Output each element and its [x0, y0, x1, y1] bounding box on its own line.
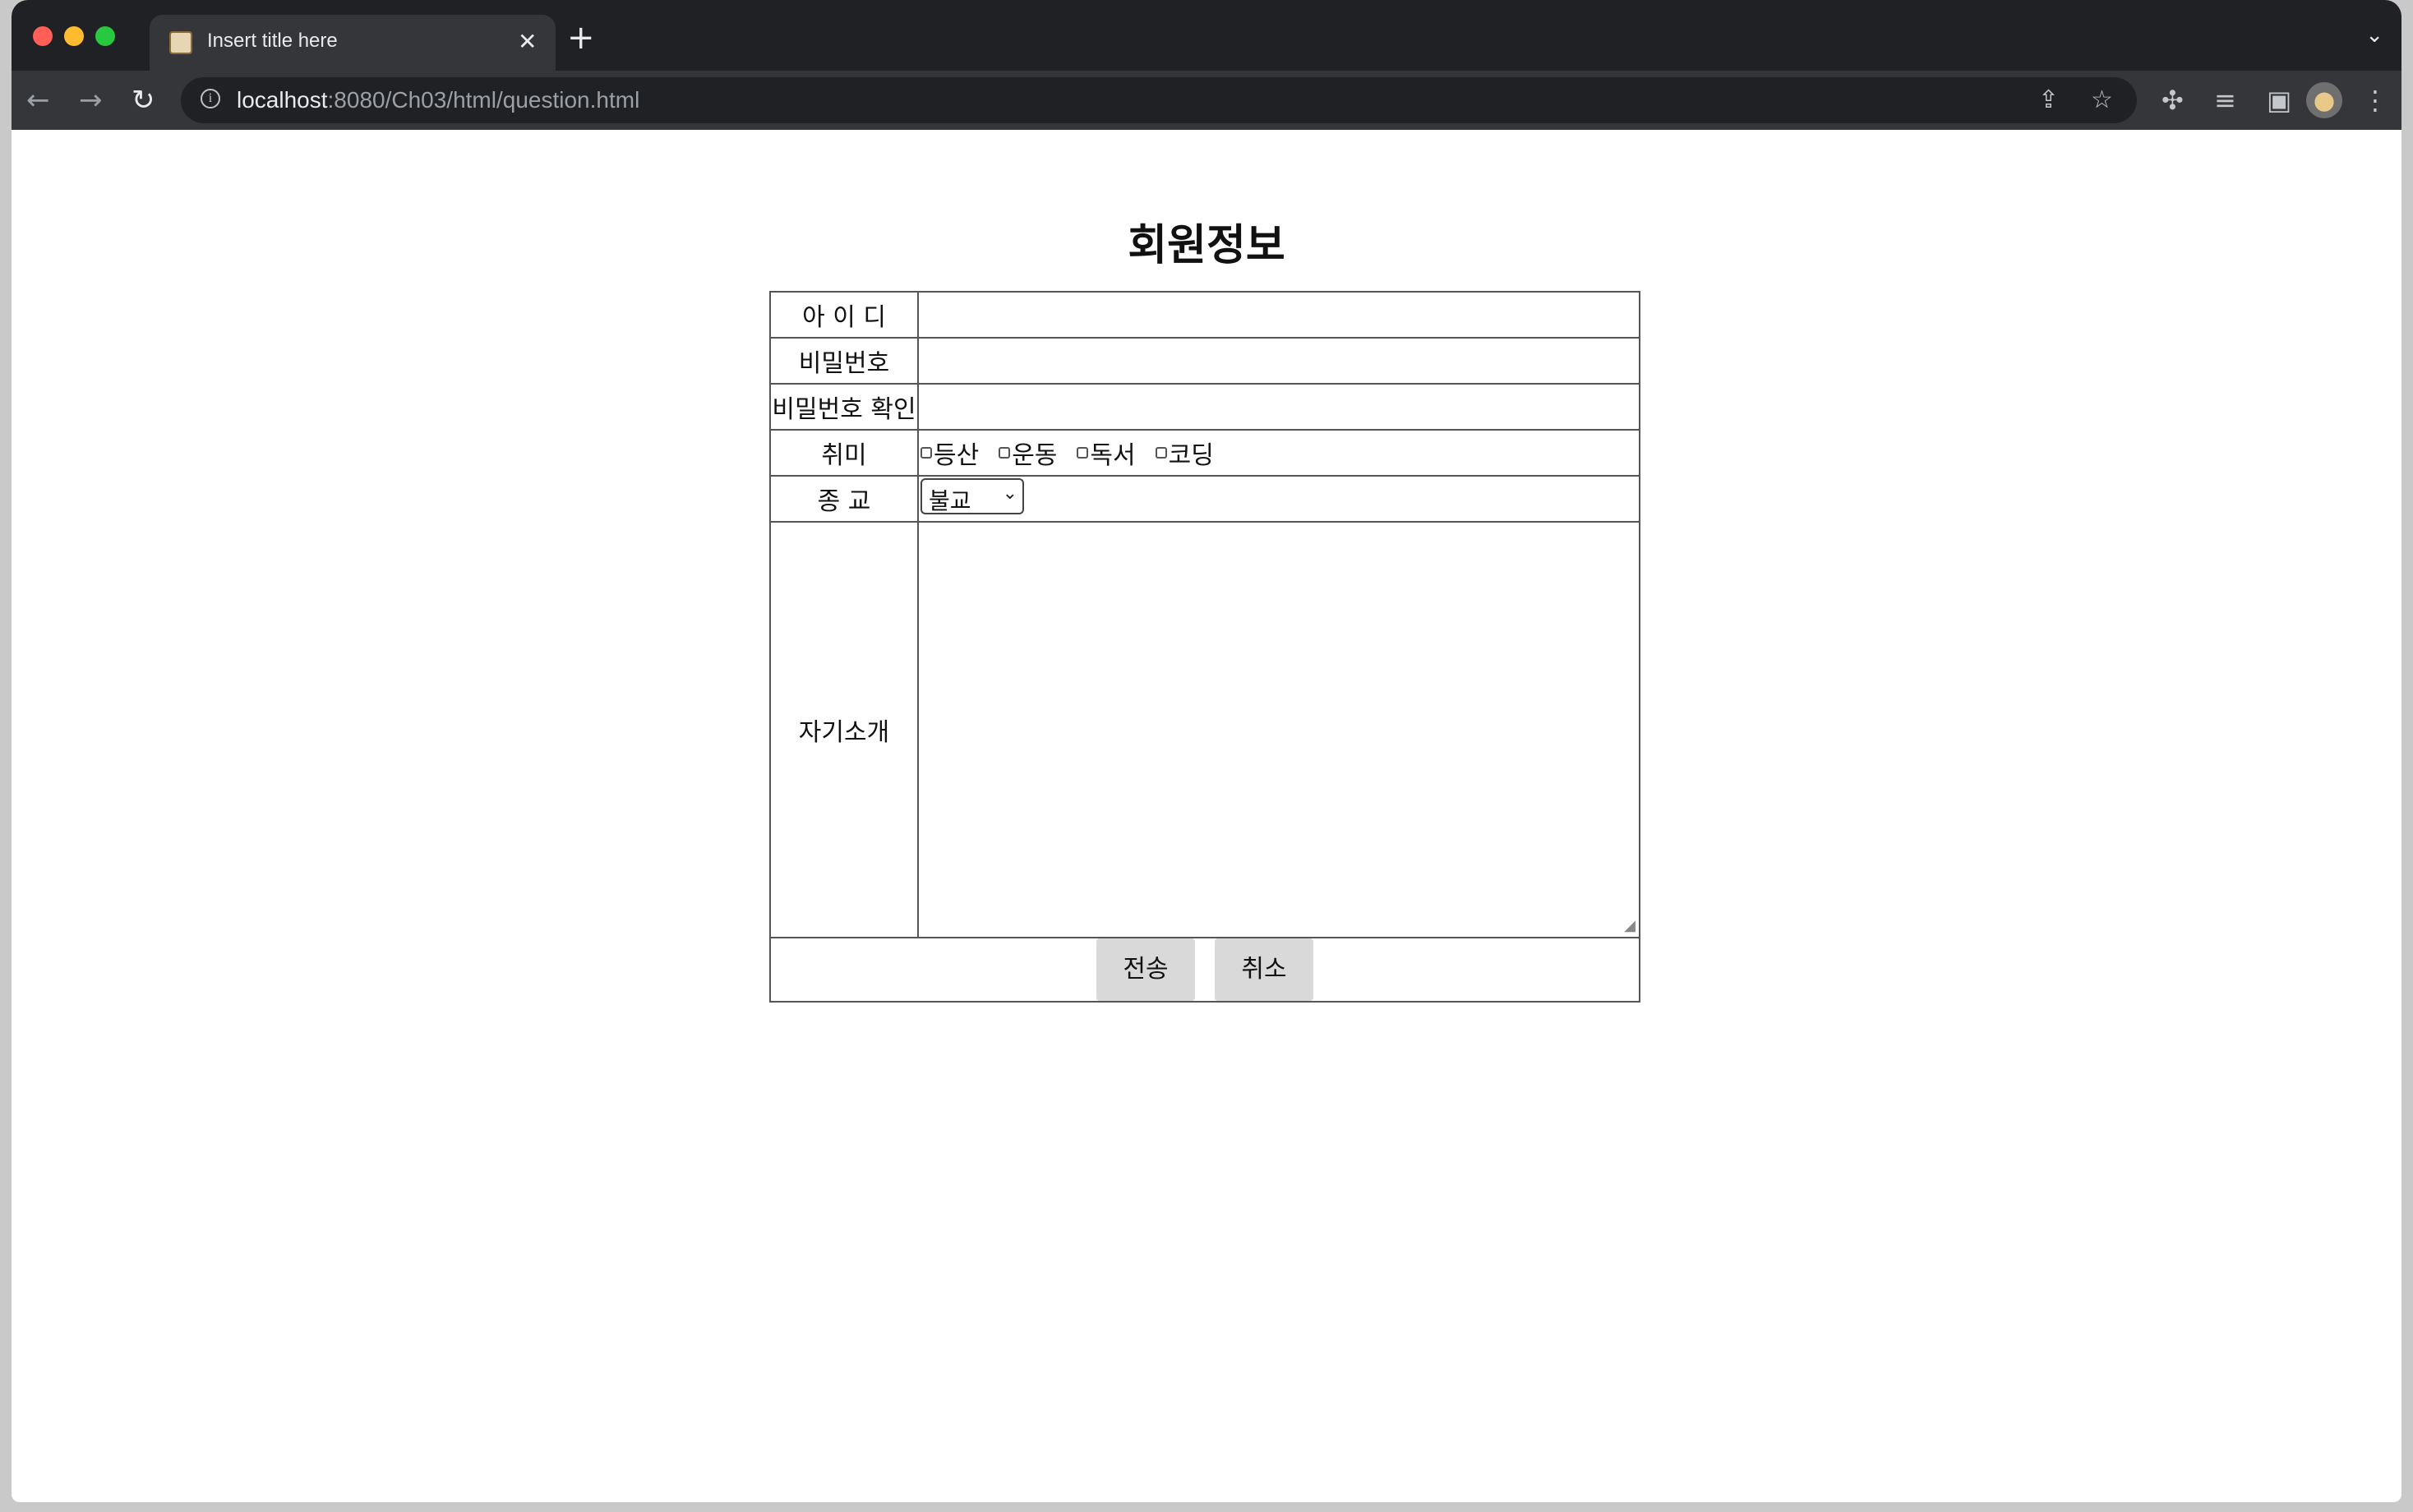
tab-close-icon[interactable]: ✕: [518, 28, 537, 55]
resize-grip-icon[interactable]: ◢: [1624, 919, 1636, 933]
hobby-checkbox-hiking[interactable]: 등산: [920, 435, 979, 471]
browser-window: Insert title here ✕ + ⌄ ← → ↻ i localhos…: [12, 0, 2401, 1502]
tab-search-icon[interactable]: ⌄: [2365, 23, 2383, 48]
hobby-label-hiking: 등산: [934, 441, 980, 470]
reload-icon[interactable]: ↻: [131, 84, 155, 117]
password-confirm-row: 비밀번호 확인: [769, 383, 1640, 431]
browser-tab[interactable]: Insert title here ✕: [150, 15, 556, 71]
hobby-row: 취미 등산 운동 독서 코딩: [769, 429, 1640, 477]
url-host: localhost: [237, 87, 328, 113]
hobby-label-reading: 독서: [1090, 441, 1136, 470]
extensions-icon[interactable]: ✣: [2162, 84, 2184, 117]
intro-label: 자기소개: [769, 521, 919, 938]
share-icon[interactable]: ⇪: [2038, 85, 2059, 114]
hobby-checkbox-exercise[interactable]: 운동: [999, 435, 1057, 471]
cancel-button[interactable]: 취소: [1215, 938, 1313, 1001]
hobby-label-exercise: 운동: [1012, 441, 1058, 470]
member-form-table: 아 이 디 비밀번호 비밀번호 확인 취미 등산 운동 독서 코딩 종 교 불교…: [769, 291, 1640, 1003]
back-arrow-icon[interactable]: ←: [26, 84, 50, 117]
close-window-button[interactable]: [33, 26, 53, 46]
page-title: 회원정보: [1128, 221, 1285, 270]
id-label: 아 이 디: [769, 291, 919, 339]
religion-select[interactable]: 불교 ⌄: [920, 478, 1024, 514]
religion-field: 불교 ⌄: [917, 475, 1640, 523]
intro-cell: ◢: [917, 521, 1640, 938]
favicon-icon: [169, 31, 192, 54]
id-field[interactable]: [917, 291, 1640, 339]
profile-avatar[interactable]: [2306, 82, 2342, 118]
intro-row: 자기소개 ◢: [769, 521, 1640, 938]
minimize-window-button[interactable]: [64, 26, 84, 46]
hobby-label-coding: 코딩: [1168, 441, 1214, 470]
url-text[interactable]: localhost:8080/Ch03/html/question.html: [237, 87, 639, 113]
browser-toolbar: ← → ↻ i localhost:8080/Ch03/html/questio…: [12, 71, 2401, 130]
religion-selected-value: 불교: [929, 487, 971, 514]
checkbox-icon[interactable]: [999, 447, 1011, 459]
submit-button[interactable]: 전송: [1096, 938, 1195, 1001]
password-label: 비밀번호: [769, 337, 919, 385]
password-field[interactable]: [917, 337, 1640, 385]
side-panel-icon[interactable]: ▣: [2267, 84, 2291, 117]
hobby-checkbox-reading[interactable]: 독서: [1077, 435, 1136, 471]
password-confirm-label: 비밀번호 확인: [769, 383, 919, 431]
password-confirm-field[interactable]: [917, 383, 1640, 431]
url-path: :8080/Ch03/html/question.html: [327, 87, 640, 113]
browser-menu-icon[interactable]: ⋮: [2362, 84, 2388, 117]
chevron-down-icon: ⌄: [1002, 483, 1017, 504]
media-control-icon[interactable]: ≡: [2214, 84, 2236, 117]
religion-row: 종 교 불교 ⌄: [769, 475, 1640, 523]
password-row: 비밀번호: [769, 337, 1640, 385]
maximize-window-button[interactable]: [95, 26, 115, 46]
tab-title: Insert title here: [207, 30, 338, 52]
hobby-label: 취미: [769, 429, 919, 477]
bookmark-star-icon[interactable]: ☆: [2091, 85, 2113, 114]
page-content: 회원정보 아 이 디 비밀번호 비밀번호 확인 취미 등산 운동 독서 코딩 종…: [12, 130, 2401, 1502]
forward-arrow-icon[interactable]: →: [79, 84, 103, 117]
button-cell: 전송 취소: [769, 937, 1640, 1003]
id-row: 아 이 디: [769, 291, 1640, 339]
hobby-options: 등산 운동 독서 코딩: [917, 429, 1640, 477]
checkbox-icon[interactable]: [1077, 447, 1089, 459]
checkbox-icon[interactable]: [1155, 447, 1167, 459]
tab-bar: Insert title here ✕ + ⌄: [12, 0, 2401, 71]
hobby-checkbox-coding[interactable]: 코딩: [1155, 435, 1214, 471]
site-info-icon[interactable]: i: [201, 89, 220, 108]
address-bar[interactable]: i localhost:8080/Ch03/html/question.html…: [181, 77, 2137, 123]
checkbox-icon[interactable]: [920, 447, 932, 459]
new-tab-button[interactable]: +: [567, 21, 595, 54]
religion-label: 종 교: [769, 475, 919, 523]
intro-textarea[interactable]: [920, 524, 1637, 935]
button-row: 전송 취소: [769, 937, 1640, 1003]
